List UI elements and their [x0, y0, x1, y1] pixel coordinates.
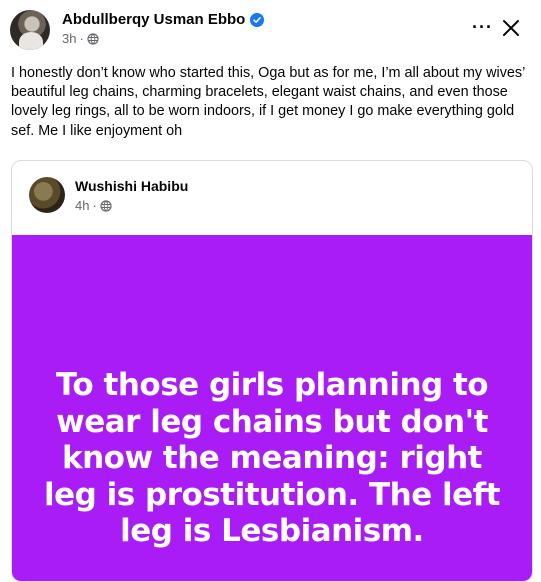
more-horizontal-icon: ···	[472, 17, 493, 37]
meta-separator: ·	[79, 31, 84, 46]
shared-post[interactable]: Wushishi Habibu 4h · To those girls plan…	[11, 160, 533, 582]
shared-post-time[interactable]: 4h	[75, 198, 89, 213]
post-body-text: I honestly don’t know who started this, …	[11, 65, 525, 139]
verified-badge-icon	[250, 12, 265, 27]
shared-post-meta: 4h ·	[75, 198, 112, 213]
globe-icon	[87, 32, 99, 45]
globe-icon	[100, 199, 112, 212]
facebook-post: Abdullberqy Usman Ebbo 3h · ··· I honest…	[0, 0, 541, 582]
text-background-card[interactable]: To those girls planning to wear leg chai…	[12, 235, 532, 581]
post-header: Abdullberqy Usman Ebbo 3h · ···	[10, 8, 531, 52]
author-name-row: Abdullberqy Usman Ebbo	[62, 11, 265, 28]
close-icon	[503, 20, 519, 36]
author-name[interactable]: Abdullberqy Usman Ebbo	[62, 11, 245, 28]
author-avatar[interactable]	[10, 10, 50, 50]
shared-meta-separator: ·	[92, 198, 97, 213]
shared-author-avatar[interactable]	[29, 177, 65, 213]
card-text: To those girls planning to wear leg chai…	[44, 367, 500, 549]
close-button[interactable]	[499, 16, 523, 40]
shared-author-name[interactable]: Wushishi Habibu	[75, 178, 188, 194]
post-meta: 3h ·	[62, 31, 99, 46]
post-time[interactable]: 3h	[62, 31, 76, 46]
more-options-button[interactable]: ···	[472, 18, 493, 36]
